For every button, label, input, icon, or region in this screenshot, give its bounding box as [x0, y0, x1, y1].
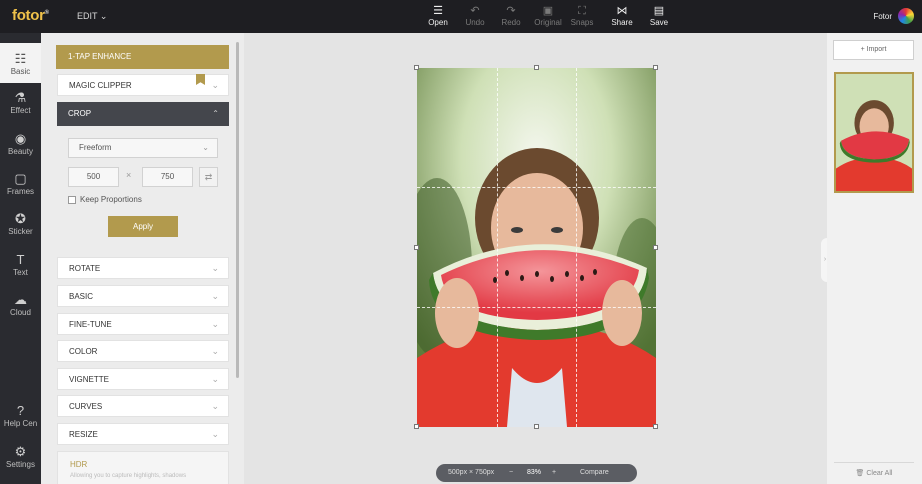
- text-icon: T: [16, 252, 25, 267]
- panel-scrollbar[interactable]: [236, 42, 239, 378]
- section-crop[interactable]: CROP ⌃: [57, 102, 229, 126]
- eye-icon: ◉: [14, 131, 27, 146]
- hdr-title: HDR: [70, 460, 88, 469]
- chevron-down-icon: ⌄: [211, 291, 219, 301]
- chevron-down-icon: ⌄: [99, 11, 108, 21]
- hdr-description: Allowing you to capture highlights, shad…: [70, 473, 187, 479]
- brand-label: Fotor: [873, 12, 892, 21]
- crop-handle[interactable]: [653, 65, 658, 70]
- crop-handle[interactable]: [534, 65, 539, 70]
- crop-height-input[interactable]: 750: [142, 167, 193, 187]
- frame-icon: ▢: [14, 171, 27, 186]
- thumbnail-illustration: [836, 74, 912, 191]
- snaps-button[interactable]: ⛶ Snaps: [566, 5, 598, 27]
- section-curves[interactable]: CURVES ⌄: [57, 395, 229, 417]
- gear-icon: ⚙: [14, 444, 27, 459]
- open-button[interactable]: ☰ Open: [422, 5, 454, 27]
- original-button[interactable]: ▣ Original: [532, 5, 564, 27]
- apply-crop-button[interactable]: Apply: [108, 216, 178, 237]
- import-button[interactable]: + Import: [833, 40, 914, 60]
- share-icon: ⋈: [616, 5, 628, 17]
- rail-item-effect[interactable]: ⚗ Effect: [0, 90, 41, 115]
- rail-item-sticker[interactable]: ✪ Sticker: [0, 211, 41, 236]
- hdr-card[interactable]: HDR Allowing you to capture highlights, …: [57, 451, 229, 484]
- photo-image[interactable]: [417, 68, 656, 427]
- rail-item-text[interactable]: T Text: [0, 252, 41, 277]
- crop-grid-line: [576, 68, 577, 427]
- flask-icon: ⚗: [14, 90, 27, 105]
- original-icon: ▣: [542, 5, 554, 17]
- section-vignette[interactable]: VIGNETTE ⌄: [57, 368, 229, 390]
- section-basic[interactable]: BASIC ⌄: [57, 285, 229, 307]
- image-size-label: 500px × 750px: [448, 469, 495, 476]
- keep-proportions-label: Keep Proportions: [80, 195, 142, 204]
- times-label: ×: [126, 170, 132, 180]
- undo-button[interactable]: ↶ Undo: [459, 5, 491, 27]
- left-rail: ☷ Basic ⚗ Effect ◉ Beauty ▢ Frames ✪ Sti…: [0, 33, 41, 484]
- top-bar: fotor® EDIT ⌄ ☰ Open ↶ Undo ↷ Redo ▣ Ori…: [0, 0, 922, 33]
- menu-icon: ☰: [433, 5, 443, 17]
- zoom-bar: 500px × 750px − 83% + Compare: [436, 464, 637, 482]
- save-button[interactable]: ▤ Save: [643, 5, 675, 27]
- redo-button[interactable]: ↷ Redo: [495, 5, 527, 27]
- crop-handle[interactable]: [653, 424, 658, 429]
- chevron-down-icon: ⌄: [202, 143, 209, 152]
- snaps-icon: ⛶: [578, 5, 586, 17]
- one-tap-enhance-button[interactable]: 1-TAP ENHANCE: [56, 45, 229, 69]
- rail-item-basic[interactable]: ☷ Basic: [0, 43, 41, 83]
- section-resize[interactable]: RESIZE ⌄: [57, 423, 229, 445]
- crop-handle[interactable]: [534, 424, 539, 429]
- chevron-down-icon: ⌄: [211, 263, 219, 273]
- clear-all-button[interactable]: 🗑 Clear All: [834, 462, 914, 477]
- undo-icon: ↶: [470, 5, 480, 17]
- rail-item-help[interactable]: ? Help Cen: [0, 403, 41, 428]
- crop-handle[interactable]: [653, 245, 658, 250]
- share-button[interactable]: ⋈ Share: [606, 5, 638, 27]
- color-wheel-icon[interactable]: [898, 8, 914, 24]
- sliders-icon: ☷: [14, 51, 27, 66]
- redo-icon: ↷: [506, 5, 516, 17]
- zoom-level: 83%: [527, 469, 542, 476]
- chevron-up-icon: ⌃: [212, 109, 219, 118]
- rail-item-frames[interactable]: ▢ Frames: [0, 171, 41, 196]
- chevron-down-icon: ⌄: [211, 429, 219, 439]
- crop-handle[interactable]: [414, 245, 419, 250]
- trash-icon: 🗑: [855, 470, 865, 477]
- photo-illustration: [417, 68, 656, 427]
- fotor-logo[interactable]: fotor®: [12, 7, 49, 24]
- zoom-in-button[interactable]: +: [552, 464, 556, 482]
- section-rotate[interactable]: ROTATE ⌄: [57, 257, 229, 279]
- crop-grid-line: [497, 68, 498, 427]
- rail-item-cloud[interactable]: ☁ Cloud: [0, 292, 41, 317]
- crop-handle[interactable]: [414, 65, 419, 70]
- compare-button[interactable]: Compare: [580, 464, 609, 482]
- edit-menu[interactable]: EDIT ⌄: [77, 11, 107, 22]
- section-fine-tune[interactable]: FINE-TUNE ⌄: [57, 313, 229, 335]
- rail-item-beauty[interactable]: ◉ Beauty: [0, 131, 41, 156]
- chevron-down-icon: ⌄: [211, 346, 219, 356]
- image-thumbnail[interactable]: [834, 72, 914, 193]
- chevron-down-icon: ⌄: [211, 374, 219, 384]
- save-icon: ▤: [653, 5, 665, 17]
- crop-width-input[interactable]: 500: [68, 167, 119, 187]
- zoom-out-button[interactable]: −: [509, 464, 513, 482]
- crop-handle[interactable]: [414, 424, 419, 429]
- crop-grid-line: [417, 187, 656, 188]
- sticker-icon: ✪: [15, 211, 26, 226]
- swap-dimensions-icon[interactable]: ⇄: [199, 167, 218, 187]
- keep-proportions-checkbox[interactable]: [68, 196, 76, 204]
- chevron-down-icon: ⌄: [211, 80, 219, 90]
- section-color[interactable]: COLOR ⌄: [57, 340, 229, 362]
- help-icon: ?: [16, 403, 25, 418]
- crop-ratio-select[interactable]: Freeform ⌄: [68, 138, 218, 158]
- chevron-down-icon: ⌄: [211, 319, 219, 329]
- rail-item-settings[interactable]: ⚙ Settings: [0, 444, 41, 469]
- cloud-icon: ☁: [14, 292, 27, 307]
- crop-grid-line: [417, 307, 656, 308]
- chevron-down-icon: ⌄: [211, 401, 219, 411]
